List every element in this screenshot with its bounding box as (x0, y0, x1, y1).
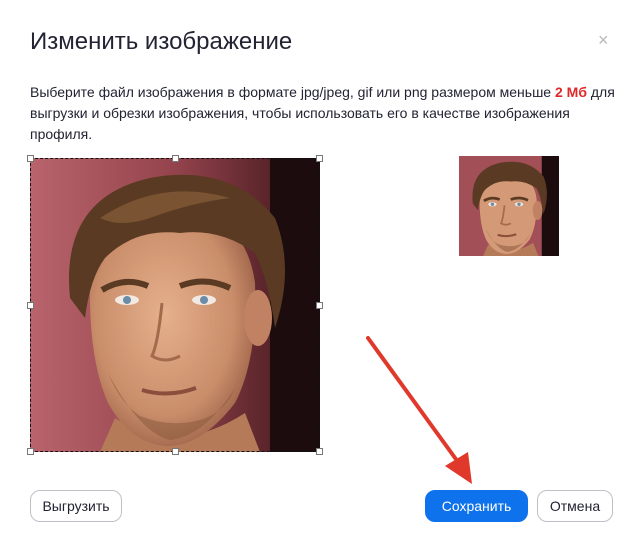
dialog-description: Выберите файл изображения в формате jpg/… (30, 82, 615, 145)
crop-handle-top-left[interactable] (27, 155, 34, 162)
crop-handle-left[interactable] (27, 302, 34, 309)
crop-handle-bottom[interactable] (172, 448, 179, 455)
crop-handle-bottom-left[interactable] (27, 448, 34, 455)
upload-button[interactable]: Выгрузить (30, 490, 122, 522)
crop-handle-bottom-right[interactable] (316, 448, 323, 455)
crop-handle-top[interactable] (172, 155, 179, 162)
file-size-limit: 2 Мб (554, 84, 587, 100)
close-icon[interactable]: × (598, 30, 609, 51)
crop-handle-right[interactable] (316, 302, 323, 309)
crop-selection-frame[interactable] (27, 155, 323, 455)
description-text-start: Выберите файл изображения в формате jpg/… (30, 84, 555, 100)
save-button[interactable]: Сохранить (425, 490, 528, 522)
profile-photo-preview (459, 156, 559, 256)
dialog-title: Изменить изображение (30, 28, 293, 55)
crop-handle-top-right[interactable] (316, 155, 323, 162)
cancel-button[interactable]: Отмена (537, 490, 613, 522)
change-image-dialog: Изменить изображение × Выберите файл изо… (0, 0, 640, 542)
avatar-preview (459, 156, 559, 256)
